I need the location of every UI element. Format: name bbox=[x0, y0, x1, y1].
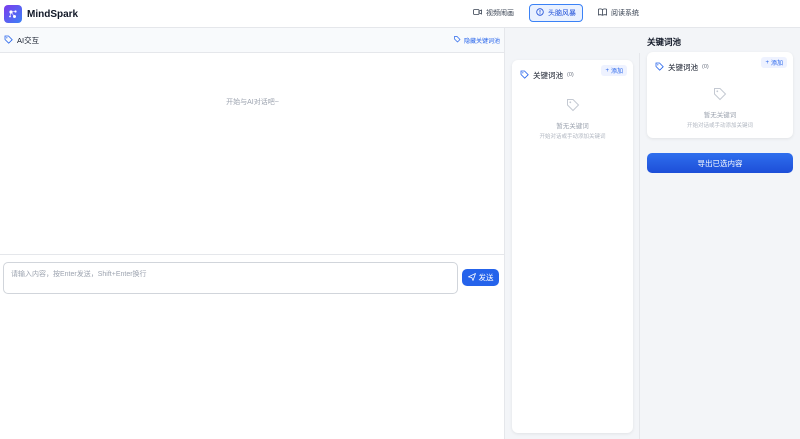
empty-title: 暂无关键词 bbox=[703, 112, 737, 119]
bulb-icon bbox=[536, 8, 544, 18]
logo-icon bbox=[4, 5, 22, 23]
keyword-empty-state: 暂无关键词 开始对话或手动添加关键词 bbox=[512, 98, 633, 140]
add-keyword-button[interactable]: + 添加 bbox=[601, 65, 627, 76]
keyword-pool-side-panel: 关键词池 (0) + 添加 暂无关键词 开始对话或手动添加关键词 bbox=[505, 53, 640, 439]
chat-input[interactable]: 请输入内容，按Enter发送，Shift+Enter换行 bbox=[3, 262, 458, 294]
chat-empty-message: 开始与AI对话吧~ bbox=[226, 99, 279, 106]
add-label: 添加 bbox=[770, 61, 783, 67]
nav-label: 阅读系统 bbox=[611, 10, 639, 17]
tag-outline-icon bbox=[566, 99, 580, 116]
nav-brainstorm[interactable]: 头脑风暴 bbox=[529, 4, 583, 22]
tag-icon bbox=[520, 66, 529, 84]
tag-icon bbox=[4, 35, 13, 46]
keyword-pool-right-panel: 关键词池 关键词池 (0) + 添加 暂无关键词 开始对话或手动添加关键词 导出… bbox=[640, 28, 800, 439]
nav-video-guide[interactable]: 视频闹画 bbox=[466, 4, 521, 22]
book-icon bbox=[598, 8, 607, 18]
keyword-pool-header: 关键词池 (0) bbox=[520, 66, 574, 84]
tags-icon bbox=[454, 36, 461, 45]
hide-pool-label: 隐藏关键词池 bbox=[463, 39, 500, 45]
send-label: 发送 bbox=[478, 273, 494, 282]
add-keyword-button[interactable]: + 添加 bbox=[761, 57, 787, 68]
nav-label: 视频闹画 bbox=[486, 10, 514, 17]
right-panel-title: 关键词池 bbox=[647, 37, 682, 47]
export-selected-button[interactable]: 导出已选内容 bbox=[647, 153, 793, 173]
keyword-pool-title: 关键词池 bbox=[533, 70, 563, 80]
plus-icon: + bbox=[605, 67, 609, 74]
keyword-pool-card: 关键词池 (0) + 添加 暂无关键词 开始对话或手动添加关键词 bbox=[512, 60, 633, 433]
chat-title: AI交互 bbox=[4, 35, 39, 46]
keyword-count: (0) bbox=[702, 64, 709, 70]
chat-input-area: 请输入内容，按Enter发送，Shift+Enter换行 发送 bbox=[0, 254, 505, 296]
plus-icon: + bbox=[765, 59, 769, 66]
video-icon bbox=[473, 8, 482, 18]
tag-icon bbox=[655, 58, 664, 76]
nav-label: 头脑风暴 bbox=[548, 10, 576, 17]
tag-outline-icon bbox=[713, 88, 727, 105]
send-icon bbox=[467, 272, 476, 283]
top-bar: MindSpark 视频闹画 头脑风暴 阅读系统 bbox=[0, 0, 800, 28]
brand[interactable]: MindSpark bbox=[4, 5, 78, 23]
empty-title: 暂无关键词 bbox=[556, 123, 589, 130]
chat-title-text: AI交互 bbox=[17, 36, 40, 45]
chat-panel: AI交互 隐藏关键词池 开始与AI对话吧~ 请输入内容，按Enter发送，Shi… bbox=[0, 28, 505, 439]
app-name: MindSpark bbox=[27, 8, 79, 20]
send-button[interactable]: 发送 bbox=[462, 269, 499, 286]
empty-subtitle: 开始对话或手动添加关键词 bbox=[686, 123, 753, 129]
keyword-pool-header: 关键词池 (0) bbox=[655, 58, 709, 76]
keyword-pool-card: 关键词池 (0) + 添加 暂无关键词 开始对话或手动添加关键词 bbox=[647, 52, 793, 138]
keyword-count: (0) bbox=[567, 72, 574, 78]
main-nav: 视频闹画 头脑风暴 阅读系统 bbox=[466, 4, 646, 22]
empty-subtitle: 开始对话或手动添加关键词 bbox=[539, 134, 606, 140]
chat-header: AI交互 隐藏关键词池 bbox=[0, 28, 504, 53]
keyword-pool-title: 关键词池 bbox=[668, 62, 698, 72]
keyword-empty-state: 暂无关键词 开始对话或手动添加关键词 bbox=[647, 87, 793, 129]
add-label: 添加 bbox=[610, 69, 623, 75]
hide-keyword-pool-button[interactable]: 隐藏关键词池 bbox=[454, 36, 500, 45]
nav-reading-system[interactable]: 阅读系统 bbox=[591, 4, 646, 22]
